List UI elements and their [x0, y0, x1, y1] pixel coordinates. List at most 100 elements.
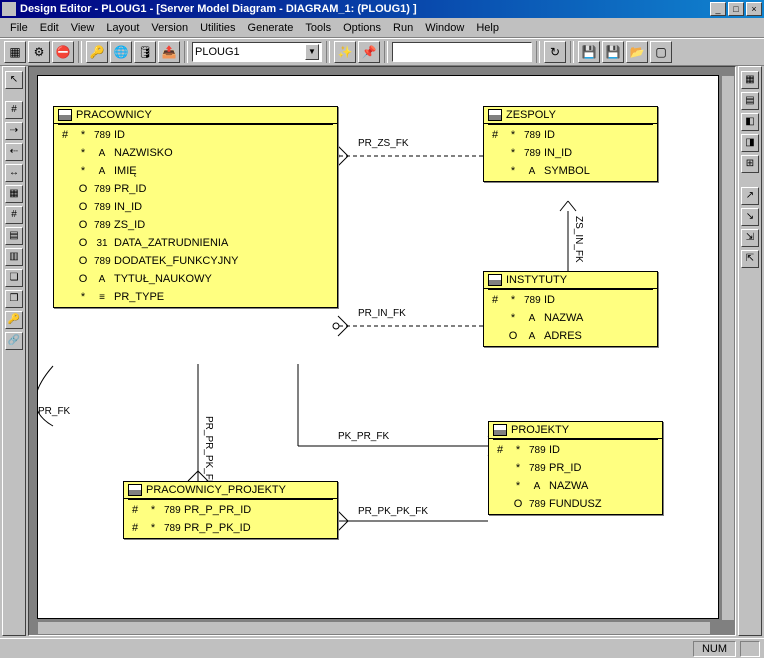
column-row[interactable]: O789PR_ID — [54, 180, 337, 198]
tool-new-icon[interactable]: ▦ — [4, 41, 26, 63]
column-row[interactable]: #*789PR_P_PK_ID — [124, 519, 337, 537]
column-row[interactable]: #*789ID — [54, 126, 337, 144]
tool-layers-icon[interactable]: ❏ — [5, 269, 23, 287]
column-row[interactable]: *AIMIĘ — [54, 162, 337, 180]
column-row[interactable]: #*789PR_P_PR_ID — [124, 501, 337, 519]
tool-open-icon[interactable]: 📂 — [626, 41, 648, 63]
tool-table-icon[interactable]: ▦ — [5, 185, 23, 203]
menu-version[interactable]: Version — [145, 20, 194, 36]
tool-fk-icon[interactable]: 🔗 — [5, 332, 23, 350]
tool-pointer-icon[interactable]: ↖ — [5, 71, 23, 89]
menu-view[interactable]: View — [65, 20, 101, 36]
rtool-4-icon[interactable]: ◨ — [741, 134, 759, 152]
tool-link2-icon[interactable]: ⇠ — [5, 143, 23, 161]
menu-run[interactable]: Run — [387, 20, 419, 36]
chevron-down-icon[interactable]: ▼ — [305, 44, 319, 60]
window-titlebar: Design Editor - PLOUG1 - [Server Model D… — [0, 0, 764, 18]
rtool-5-icon[interactable]: ⊞ — [741, 155, 759, 173]
tool-pin-icon[interactable]: 📌 — [358, 41, 380, 63]
column-row[interactable]: *≡PR_TYPE — [54, 288, 337, 306]
column-row[interactable]: *ANAZWISKO — [54, 144, 337, 162]
column-row[interactable]: *ANAZWA — [489, 477, 662, 495]
column-row[interactable]: #*789ID — [484, 126, 657, 144]
tool-globe-icon[interactable]: 🌐 — [110, 41, 132, 63]
entity-zespoly[interactable]: ZESPOLY #*789ID*789IN_ID*ASYMBOL — [483, 106, 658, 182]
entity-pracownicy[interactable]: PRACOWNICY #*789ID*ANAZWISKO*AIMIĘO789PR… — [53, 106, 338, 308]
column-row[interactable]: O789ZS_ID — [54, 216, 337, 234]
tool-hash-icon[interactable]: # — [5, 101, 23, 119]
rtool-9-icon[interactable]: ⇱ — [741, 250, 759, 268]
type-icon: 789 — [164, 505, 180, 516]
tool-grid2-icon[interactable]: ▥ — [5, 248, 23, 266]
tool-grid-icon[interactable]: ▤ — [5, 227, 23, 245]
maximize-button[interactable]: □ — [728, 2, 744, 16]
menu-utilities[interactable]: Utilities — [194, 20, 241, 36]
vertical-scrollbar[interactable] — [721, 75, 735, 621]
tool-link3-icon[interactable]: ↔ — [5, 164, 23, 182]
tool-db-icon[interactable]: 🛢 — [134, 41, 156, 63]
menu-file[interactable]: File — [4, 20, 34, 36]
column-name: ID — [544, 294, 653, 306]
search-field[interactable] — [392, 42, 532, 62]
type-icon: 789 — [529, 463, 545, 474]
rtool-6-icon[interactable]: ↗ — [741, 187, 759, 205]
column-row[interactable]: O789IN_ID — [54, 198, 337, 216]
entity-pracownicy-projekty[interactable]: PRACOWNICY_PROJEKTY #*789PR_P_PR_ID#*789… — [123, 481, 338, 539]
entity-projekty[interactable]: PROJEKTY #*789ID*789PR_ID*ANAZWAO789FUND… — [488, 421, 663, 515]
tool-hash2-icon[interactable]: # — [5, 206, 23, 224]
menu-help[interactable]: Help — [470, 20, 505, 36]
rtool-2-icon[interactable]: ▤ — [741, 92, 759, 110]
tool-layers2-icon[interactable]: ❐ — [5, 290, 23, 308]
null-indicator: * — [76, 147, 90, 159]
column-row[interactable]: *789IN_ID — [484, 144, 657, 162]
null-indicator: * — [146, 504, 160, 516]
column-name: NAZWA — [549, 480, 658, 492]
column-row[interactable]: *ANAZWA — [484, 309, 657, 327]
tool-pk-icon[interactable]: 🔑 — [5, 311, 23, 329]
tool-refresh-icon[interactable]: ↻ — [544, 41, 566, 63]
project-combo[interactable]: PLOUG1 ▼ — [192, 42, 322, 62]
menu-options[interactable]: Options — [337, 20, 387, 36]
column-row[interactable]: #*789ID — [489, 441, 662, 459]
diagram-sheet[interactable]: PR_ZS_FK PR_IN_FK PK_PR_FK PR_PK_PK_FK P… — [37, 75, 719, 619]
column-name: TYTUŁ_NAUKOWY — [114, 273, 333, 285]
menu-generate[interactable]: Generate — [242, 20, 300, 36]
tool-link1-icon[interactable]: ⇢ — [5, 122, 23, 140]
type-icon: 789 — [529, 445, 545, 456]
column-row[interactable]: O31DATA_ZATRUDNIENIA — [54, 234, 337, 252]
horizontal-scrollbar[interactable] — [37, 621, 711, 635]
tool-generate-icon[interactable]: ⚙ — [28, 41, 50, 63]
menu-edit[interactable]: Edit — [34, 20, 65, 36]
minimize-button[interactable]: _ — [710, 2, 726, 16]
null-indicator: * — [76, 291, 90, 303]
tool-saveall-icon[interactable]: 💾 — [602, 41, 624, 63]
rtool-7-icon[interactable]: ↘ — [741, 208, 759, 226]
tool-export-icon[interactable]: 📤 — [158, 41, 180, 63]
column-row[interactable]: OATYTUŁ_NAUKOWY — [54, 270, 337, 288]
menu-layout[interactable]: Layout — [100, 20, 145, 36]
rtool-3-icon[interactable]: ◧ — [741, 113, 759, 131]
type-icon: 789 — [164, 523, 180, 534]
rtool-1-icon[interactable]: ▦ — [741, 71, 759, 89]
column-row[interactable]: #*789ID — [484, 291, 657, 309]
menu-window[interactable]: Window — [419, 20, 470, 36]
close-button[interactable]: × — [746, 2, 762, 16]
tool-wand-icon[interactable]: ✨ — [334, 41, 356, 63]
tool-save-icon[interactable]: 💾 — [578, 41, 600, 63]
column-name: PR_P_PK_ID — [184, 522, 333, 534]
rtool-8-icon[interactable]: ⇲ — [741, 229, 759, 247]
null-indicator: * — [146, 522, 160, 534]
column-row[interactable]: *789PR_ID — [489, 459, 662, 477]
tool-newdoc-icon[interactable]: ▢ — [650, 41, 672, 63]
column-row[interactable]: O789DODATEK_FUNKCYJNY — [54, 252, 337, 270]
rel-label: ZS_IN_FK — [573, 216, 584, 263]
menu-tools[interactable]: Tools — [299, 20, 337, 36]
column-row[interactable]: O789FUNDUSZ — [489, 495, 662, 513]
entity-instytuty[interactable]: INSTYTUTY #*789ID*ANAZWAOAADRES — [483, 271, 658, 347]
column-row[interactable]: OAADRES — [484, 327, 657, 345]
type-icon: ≡ — [94, 292, 110, 303]
tool-stop-icon[interactable]: ⛔ — [52, 41, 74, 63]
column-row[interactable]: *ASYMBOL — [484, 162, 657, 180]
tool-key-icon[interactable]: 🔑 — [86, 41, 108, 63]
type-icon: 789 — [524, 295, 540, 306]
